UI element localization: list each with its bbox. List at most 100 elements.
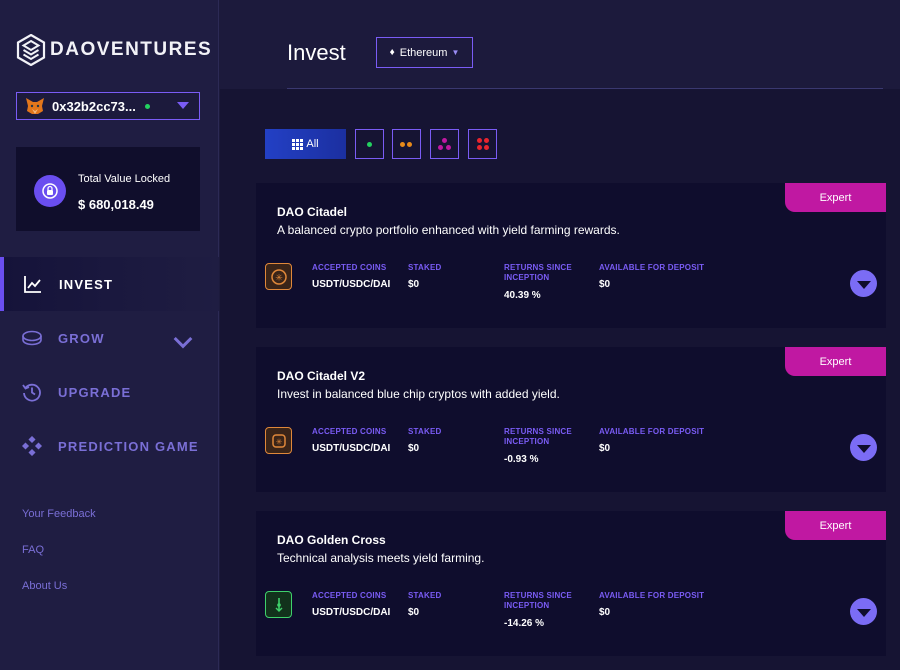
expand-button[interactable] — [850, 434, 877, 461]
caret-down-icon: ▼ — [451, 48, 460, 57]
tvl-value: $ 680,018.49 — [78, 197, 154, 212]
logo[interactable]: DAOVENTURES — [16, 34, 212, 66]
nav-label-upgrade: UPGRADE — [58, 384, 132, 400]
nav-label-invest: INVEST — [59, 276, 114, 292]
accepted-coins-value: USDT/USDC/DAI — [312, 279, 391, 290]
caret-down-icon — [177, 102, 189, 109]
strategy-description: Invest in balanced blue chip cryptos wit… — [277, 387, 560, 401]
nav-item-grow[interactable]: GROW — [0, 311, 219, 365]
accepted-coins-label: ACCEPTED COINS — [312, 427, 387, 436]
returns-value: -0.93 % — [504, 454, 539, 465]
history-icon — [22, 383, 41, 402]
accepted-coins-value: USDT/USDC/DAI — [312, 443, 391, 454]
filter-expert-button[interactable] — [468, 129, 497, 159]
returns-label-line1: RETURNS SINCE — [504, 427, 572, 436]
returns-label-line2: INCEPTION — [504, 437, 550, 446]
citadel-v2-icon: ✳ — [265, 427, 292, 454]
about-us-link[interactable]: About Us — [22, 580, 67, 592]
chevron-down-icon — [856, 280, 871, 289]
red-dot-icon — [477, 145, 482, 150]
filter-medium-risk-button[interactable] — [392, 129, 421, 159]
coin-stack-icon — [22, 330, 42, 346]
staked-value: $0 — [408, 279, 420, 290]
filter-high-risk-button[interactable] — [430, 129, 459, 159]
wallet-selector[interactable]: 0x32b2cc73... — [16, 92, 200, 120]
svg-text:✳: ✳ — [275, 437, 282, 446]
returns-label: RETURNS SINCE INCEPTION — [504, 263, 572, 283]
accepted-coins-label: ACCEPTED COINS — [312, 263, 387, 272]
feedback-link[interactable]: Your Feedback — [22, 508, 96, 520]
available-value: $0 — [599, 443, 611, 454]
strategy-card: Expert DAO Citadel A balanced crypto por… — [256, 183, 886, 328]
nav-item-upgrade[interactable]: UPGRADE — [0, 365, 219, 419]
magenta-dot-icon — [446, 145, 451, 150]
grid-icon — [292, 138, 304, 150]
filter-all-label: All — [306, 138, 319, 150]
golden-cross-icon — [265, 591, 292, 618]
gamepad-icon — [22, 436, 42, 456]
page-title: Invest — [287, 40, 346, 65]
nav-item-prediction-game[interactable]: PREDICTION GAME — [0, 419, 219, 473]
risk-badge: Expert — [785, 183, 886, 212]
strategy-card: Expert DAO Golden Cross Technical analys… — [256, 511, 886, 656]
returns-label: RETURNS SINCE INCEPTION — [504, 427, 572, 447]
metamask-fox-icon — [26, 98, 44, 114]
chevron-down-icon[interactable] — [173, 333, 193, 353]
red-dot-icon — [484, 138, 489, 143]
strategy-title: DAO Golden Cross — [277, 533, 386, 547]
returns-label-line1: RETURNS SINCE — [504, 263, 572, 272]
risk-badge: Expert — [785, 347, 886, 376]
available-label: AVAILABLE FOR DEPOSIT — [599, 427, 705, 436]
chevron-down-icon — [856, 608, 871, 617]
risk-badge: Expert — [785, 511, 886, 540]
logo-text: DAOVENTURES — [50, 39, 213, 60]
returns-value: -14.26 % — [504, 618, 545, 629]
chart-line-icon — [24, 276, 41, 293]
network-label: Ethereum — [399, 46, 448, 59]
accepted-coins-label: ACCEPTED COINS — [312, 591, 387, 600]
red-dot-icon — [477, 138, 482, 143]
chevron-down-icon — [856, 444, 871, 453]
expand-button[interactable] — [850, 598, 877, 625]
ethereum-icon: ♦ — [389, 47, 395, 58]
magenta-dot-icon — [442, 138, 447, 143]
returns-label-line2: INCEPTION — [504, 273, 550, 282]
staked-label: STAKED — [408, 591, 442, 600]
citadel-icon: ✳ — [265, 263, 292, 290]
nav-label-prediction-game: PREDICTION GAME — [58, 438, 199, 454]
returns-value: 40.39 % — [504, 290, 541, 301]
nav-item-invest[interactable]: INVEST — [0, 257, 219, 311]
returns-label-line2: INCEPTION — [504, 601, 550, 610]
filter-all-button[interactable]: All — [265, 129, 346, 159]
staked-value: $0 — [408, 443, 420, 454]
strategy-card: Expert DAO Citadel V2 Invest in balanced… — [256, 347, 886, 492]
strategy-title: DAO Citadel V2 — [277, 369, 366, 383]
returns-label: RETURNS SINCE INCEPTION — [504, 591, 572, 611]
expand-button[interactable] — [850, 270, 877, 297]
orange-dot-icon — [407, 142, 412, 147]
daoventures-logo-icon — [16, 34, 46, 66]
svg-text:✳: ✳ — [275, 272, 283, 282]
staked-label: STAKED — [408, 427, 442, 436]
magenta-dot-icon — [438, 145, 443, 150]
strategy-description: A balanced crypto portfolio enhanced wit… — [277, 223, 620, 237]
strategy-title: DAO Citadel — [277, 205, 348, 219]
returns-label-line1: RETURNS SINCE — [504, 591, 572, 600]
filter-low-risk-button[interactable] — [355, 129, 384, 159]
orange-dot-icon — [400, 142, 405, 147]
red-dot-icon — [484, 145, 489, 150]
lock-icon — [34, 175, 66, 207]
available-label: AVAILABLE FOR DEPOSIT — [599, 591, 705, 600]
tvl-label: Total Value Locked — [78, 173, 171, 185]
green-dot-icon — [367, 142, 372, 147]
strategy-description: Technical analysis meets yield farming. — [277, 551, 485, 565]
available-value: $0 — [599, 279, 611, 290]
available-value: $0 — [599, 607, 611, 618]
network-selector[interactable]: ♦ Ethereum ▼ — [376, 37, 473, 68]
total-value-locked-panel: Total Value Locked $ 680,018.49 — [16, 147, 200, 231]
faq-link[interactable]: FAQ — [22, 544, 44, 556]
available-label: AVAILABLE FOR DEPOSIT — [599, 263, 705, 272]
staked-value: $0 — [408, 607, 420, 618]
accepted-coins-value: USDT/USDC/DAI — [312, 607, 391, 618]
connected-status-dot — [144, 103, 150, 109]
